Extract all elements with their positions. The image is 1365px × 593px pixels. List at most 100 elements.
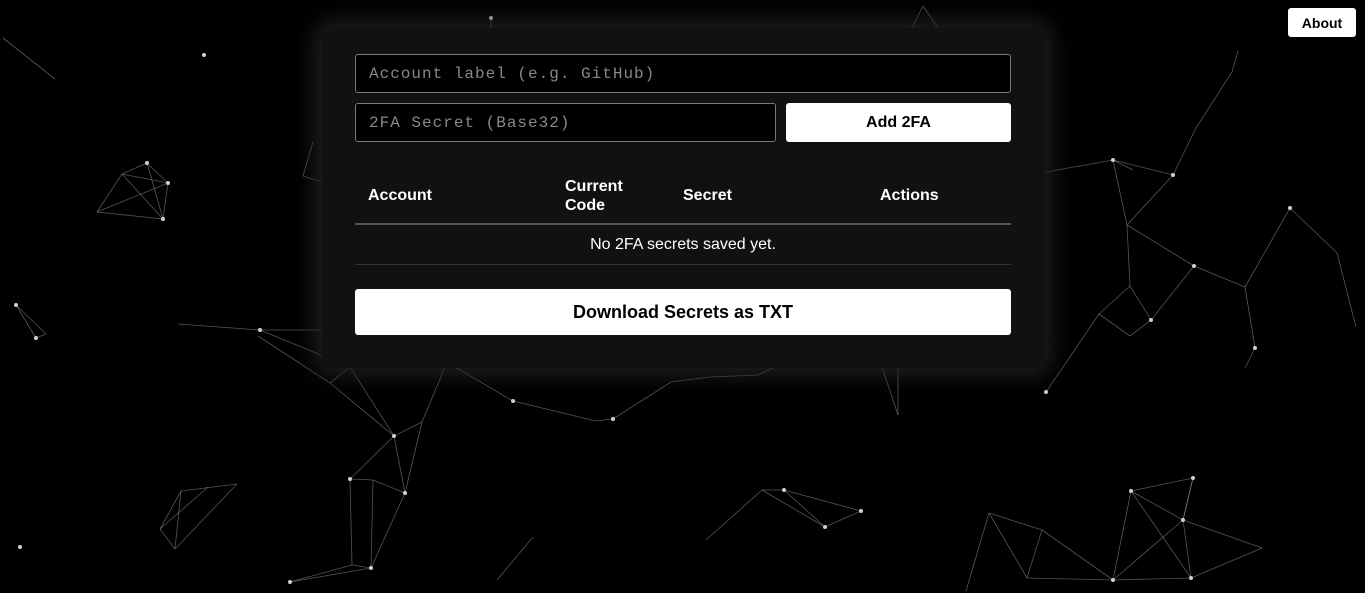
network-node bbox=[288, 580, 292, 584]
network-line bbox=[1126, 224, 1131, 287]
network-line bbox=[1193, 265, 1246, 288]
network-line bbox=[159, 486, 209, 530]
network-line bbox=[1112, 159, 1128, 226]
network-node bbox=[392, 434, 396, 438]
network-line bbox=[370, 479, 374, 569]
network-line bbox=[1244, 347, 1256, 369]
table-row: No 2FA secrets saved yet. bbox=[355, 224, 1011, 265]
network-node bbox=[859, 509, 863, 513]
network-node bbox=[403, 491, 407, 495]
secrets-table: Account Current Code Secret Actions No 2… bbox=[355, 168, 1011, 265]
network-line bbox=[372, 479, 406, 494]
network-node bbox=[1253, 346, 1257, 350]
network-line bbox=[1045, 159, 1114, 173]
network-line bbox=[1026, 577, 1114, 581]
network-node bbox=[489, 16, 493, 20]
network-line bbox=[1126, 224, 1195, 267]
account-label-input[interactable] bbox=[355, 54, 1011, 93]
network-line bbox=[289, 567, 372, 583]
network-node bbox=[369, 566, 373, 570]
network-node bbox=[161, 217, 165, 221]
network-line bbox=[421, 366, 446, 423]
network-line bbox=[96, 173, 123, 213]
network-line bbox=[965, 512, 990, 592]
secret-input[interactable] bbox=[355, 103, 776, 142]
network-node bbox=[258, 328, 262, 332]
column-header-account: Account bbox=[355, 168, 552, 225]
network-line bbox=[1129, 319, 1152, 337]
column-header-secret: Secret bbox=[670, 168, 867, 225]
network-node bbox=[1044, 390, 1048, 394]
network-line bbox=[177, 323, 261, 331]
network-node bbox=[18, 545, 22, 549]
network-line bbox=[349, 478, 353, 566]
network-line bbox=[302, 175, 323, 183]
network-line bbox=[881, 366, 899, 416]
network-node bbox=[1189, 576, 1193, 580]
network-line bbox=[1026, 529, 1043, 579]
network-node bbox=[511, 399, 515, 403]
network-line bbox=[393, 421, 423, 437]
network-line bbox=[1045, 313, 1100, 393]
network-line bbox=[1112, 577, 1192, 581]
network-line bbox=[349, 435, 395, 480]
network-node bbox=[145, 161, 149, 165]
network-line bbox=[1182, 519, 1263, 549]
network-line bbox=[1231, 50, 1239, 73]
network-node bbox=[1181, 518, 1185, 522]
column-header-actions: Actions bbox=[867, 168, 1011, 225]
network-node bbox=[1171, 173, 1175, 177]
about-button[interactable]: About bbox=[1288, 8, 1356, 37]
main-panel: Add 2FA Account Current Code Secret Acti… bbox=[322, 28, 1044, 368]
network-line bbox=[180, 483, 238, 492]
network-node bbox=[14, 303, 18, 307]
network-line bbox=[96, 211, 164, 220]
network-line bbox=[121, 162, 148, 175]
network-line bbox=[1150, 265, 1195, 321]
network-line bbox=[159, 528, 176, 550]
network-line bbox=[302, 141, 314, 177]
network-line bbox=[1336, 252, 1357, 328]
network-line bbox=[922, 5, 939, 29]
network-node bbox=[782, 488, 786, 492]
network-line bbox=[162, 182, 169, 220]
network-line bbox=[1190, 547, 1263, 579]
network-line bbox=[612, 381, 672, 420]
network-line bbox=[1289, 207, 1338, 254]
network-line bbox=[1244, 207, 1291, 288]
network-line bbox=[1112, 159, 1134, 171]
network-line bbox=[1244, 286, 1256, 349]
network-line bbox=[1098, 313, 1131, 337]
network-line bbox=[454, 366, 514, 402]
network-line bbox=[1182, 477, 1194, 521]
network-line bbox=[824, 510, 862, 528]
download-secrets-button[interactable]: Download Secrets as TXT bbox=[355, 289, 1011, 335]
network-line bbox=[761, 489, 826, 528]
network-node bbox=[1192, 264, 1196, 268]
network-node bbox=[1288, 206, 1292, 210]
network-node bbox=[1129, 489, 1133, 493]
network-line bbox=[595, 418, 614, 422]
network-line bbox=[370, 492, 406, 569]
network-line bbox=[1130, 490, 1192, 579]
network-line bbox=[1172, 127, 1197, 176]
network-line bbox=[2, 37, 56, 80]
add-2fa-button[interactable]: Add 2FA bbox=[786, 103, 1011, 142]
network-node bbox=[1149, 318, 1153, 322]
network-line bbox=[705, 489, 763, 541]
network-node bbox=[202, 53, 206, 57]
network-line bbox=[404, 421, 423, 494]
network-line bbox=[257, 335, 331, 384]
network-line bbox=[393, 435, 406, 494]
network-node bbox=[823, 525, 827, 529]
network-node bbox=[1111, 578, 1115, 582]
network-line bbox=[329, 366, 351, 384]
column-header-current-code: Current Code bbox=[552, 168, 670, 225]
network-line bbox=[709, 374, 759, 378]
network-line bbox=[1098, 285, 1131, 315]
network-line bbox=[1130, 477, 1194, 492]
network-line bbox=[496, 536, 534, 581]
network-line bbox=[1126, 174, 1174, 226]
network-line bbox=[349, 478, 374, 481]
network-line bbox=[670, 376, 711, 383]
